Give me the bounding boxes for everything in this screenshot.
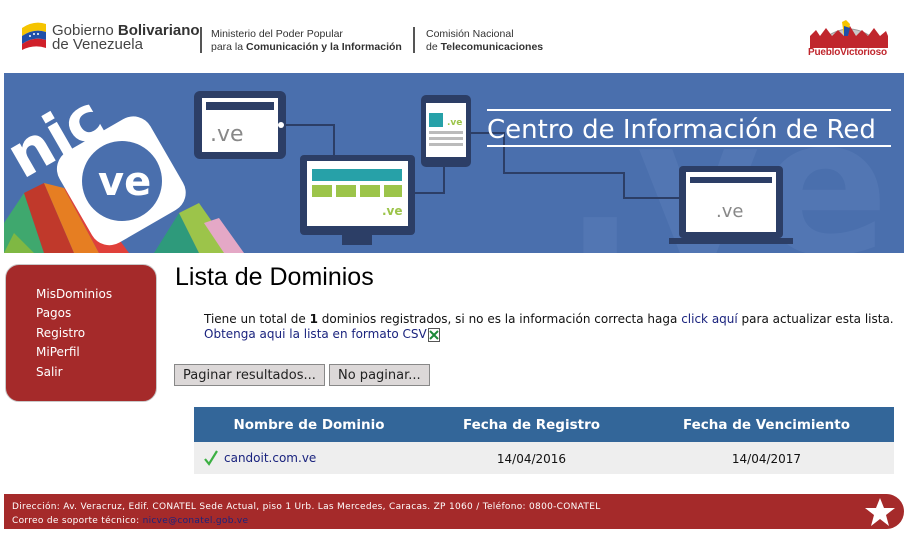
- refresh-list-link[interactable]: click aquí: [681, 312, 738, 326]
- excel-file-icon[interactable]: [427, 327, 440, 342]
- svg-text:.ve: .ve: [382, 204, 403, 218]
- conatel-logo-text: Comisión Nacional de Telecomunicaciones: [426, 28, 544, 53]
- domain-link[interactable]: candoit.com.ve: [224, 451, 316, 465]
- domain-count-info: Tiene un total de 1 dominios registrados…: [204, 312, 894, 326]
- footer-support: Correo de soporte técnico: nicve@conatel…: [12, 516, 249, 526]
- page-footer: Dirección: Av. Veracruz, Edif. CONATEL S…: [4, 494, 904, 529]
- sidebar-item-salir[interactable]: Salir: [36, 365, 63, 379]
- ministry-logo-text: Ministerio del Poder Popular para la Com…: [211, 28, 402, 53]
- column-header-registered: Fecha de Registro: [462, 417, 601, 433]
- nic-banner: .ve nic ve .ve .ve .ve .ve Centro de Inf…: [4, 73, 904, 253]
- svg-text:.ve: .ve: [210, 122, 244, 147]
- banner-title-rule-bottom: [487, 145, 891, 147]
- header-divider: [200, 27, 202, 53]
- csv-download-link[interactable]: Obtenga aqui la lista en formato CSV: [204, 327, 440, 342]
- header-divider: [413, 27, 415, 53]
- expiration-date: 14/04/2017: [731, 452, 802, 466]
- banner-illustration: .ve nic ve .ve .ve .ve .ve: [4, 77, 889, 253]
- star-icon: [865, 498, 895, 526]
- sidebar-item-pagos[interactable]: Pagos: [36, 306, 71, 320]
- checkmark-icon: [204, 450, 218, 466]
- footer-address: Dirección: Av. Veracruz, Edif. CONATEL S…: [12, 502, 601, 512]
- gobierno-bolivariano-logo-text: Gobierno Bolivariano de Venezuela: [52, 22, 200, 53]
- registered-date: 14/04/2016: [496, 452, 567, 466]
- paginate-results-button[interactable]: Paginar resultados...: [174, 364, 325, 386]
- svg-text:.ve: .ve: [716, 201, 743, 222]
- no-paginate-button[interactable]: No paginar...: [329, 364, 430, 386]
- banner-title-rule-top: [487, 109, 891, 111]
- sidebar-item-misdominios[interactable]: MisDominios: [36, 287, 112, 301]
- domains-table: Nombre de Dominio Fecha de Registro Fech…: [194, 407, 894, 474]
- sidebar-menu: MisDominios Pagos Registro MiPerfil Sali…: [5, 264, 157, 402]
- page-title: Lista de Dominios: [175, 263, 374, 291]
- sidebar-item-registro[interactable]: Registro: [36, 326, 85, 340]
- banner-title: Centro de Información de Red: [487, 115, 876, 145]
- venezuela-flag-icon: [22, 22, 46, 50]
- svg-text:.ve: .ve: [447, 118, 462, 128]
- column-header-domain: Nombre de Dominio: [233, 417, 385, 433]
- pueblo-victorioso-text: PuebloVictorioso: [808, 47, 887, 58]
- table-row: candoit.com.ve 14/04/2016 14/04/2017: [194, 442, 894, 474]
- support-email-link[interactable]: nicve@conatel.gob.ve: [143, 516, 249, 526]
- svg-text:ve: ve: [98, 159, 151, 205]
- sidebar-item-miperfil[interactable]: MiPerfil: [36, 345, 80, 359]
- column-header-expires: Fecha de Vencimiento: [682, 417, 851, 433]
- table-header-row: Nombre de Dominio Fecha de Registro Fech…: [194, 407, 894, 442]
- government-header: Gobierno Bolivariano de Venezuela Minist…: [0, 0, 907, 72]
